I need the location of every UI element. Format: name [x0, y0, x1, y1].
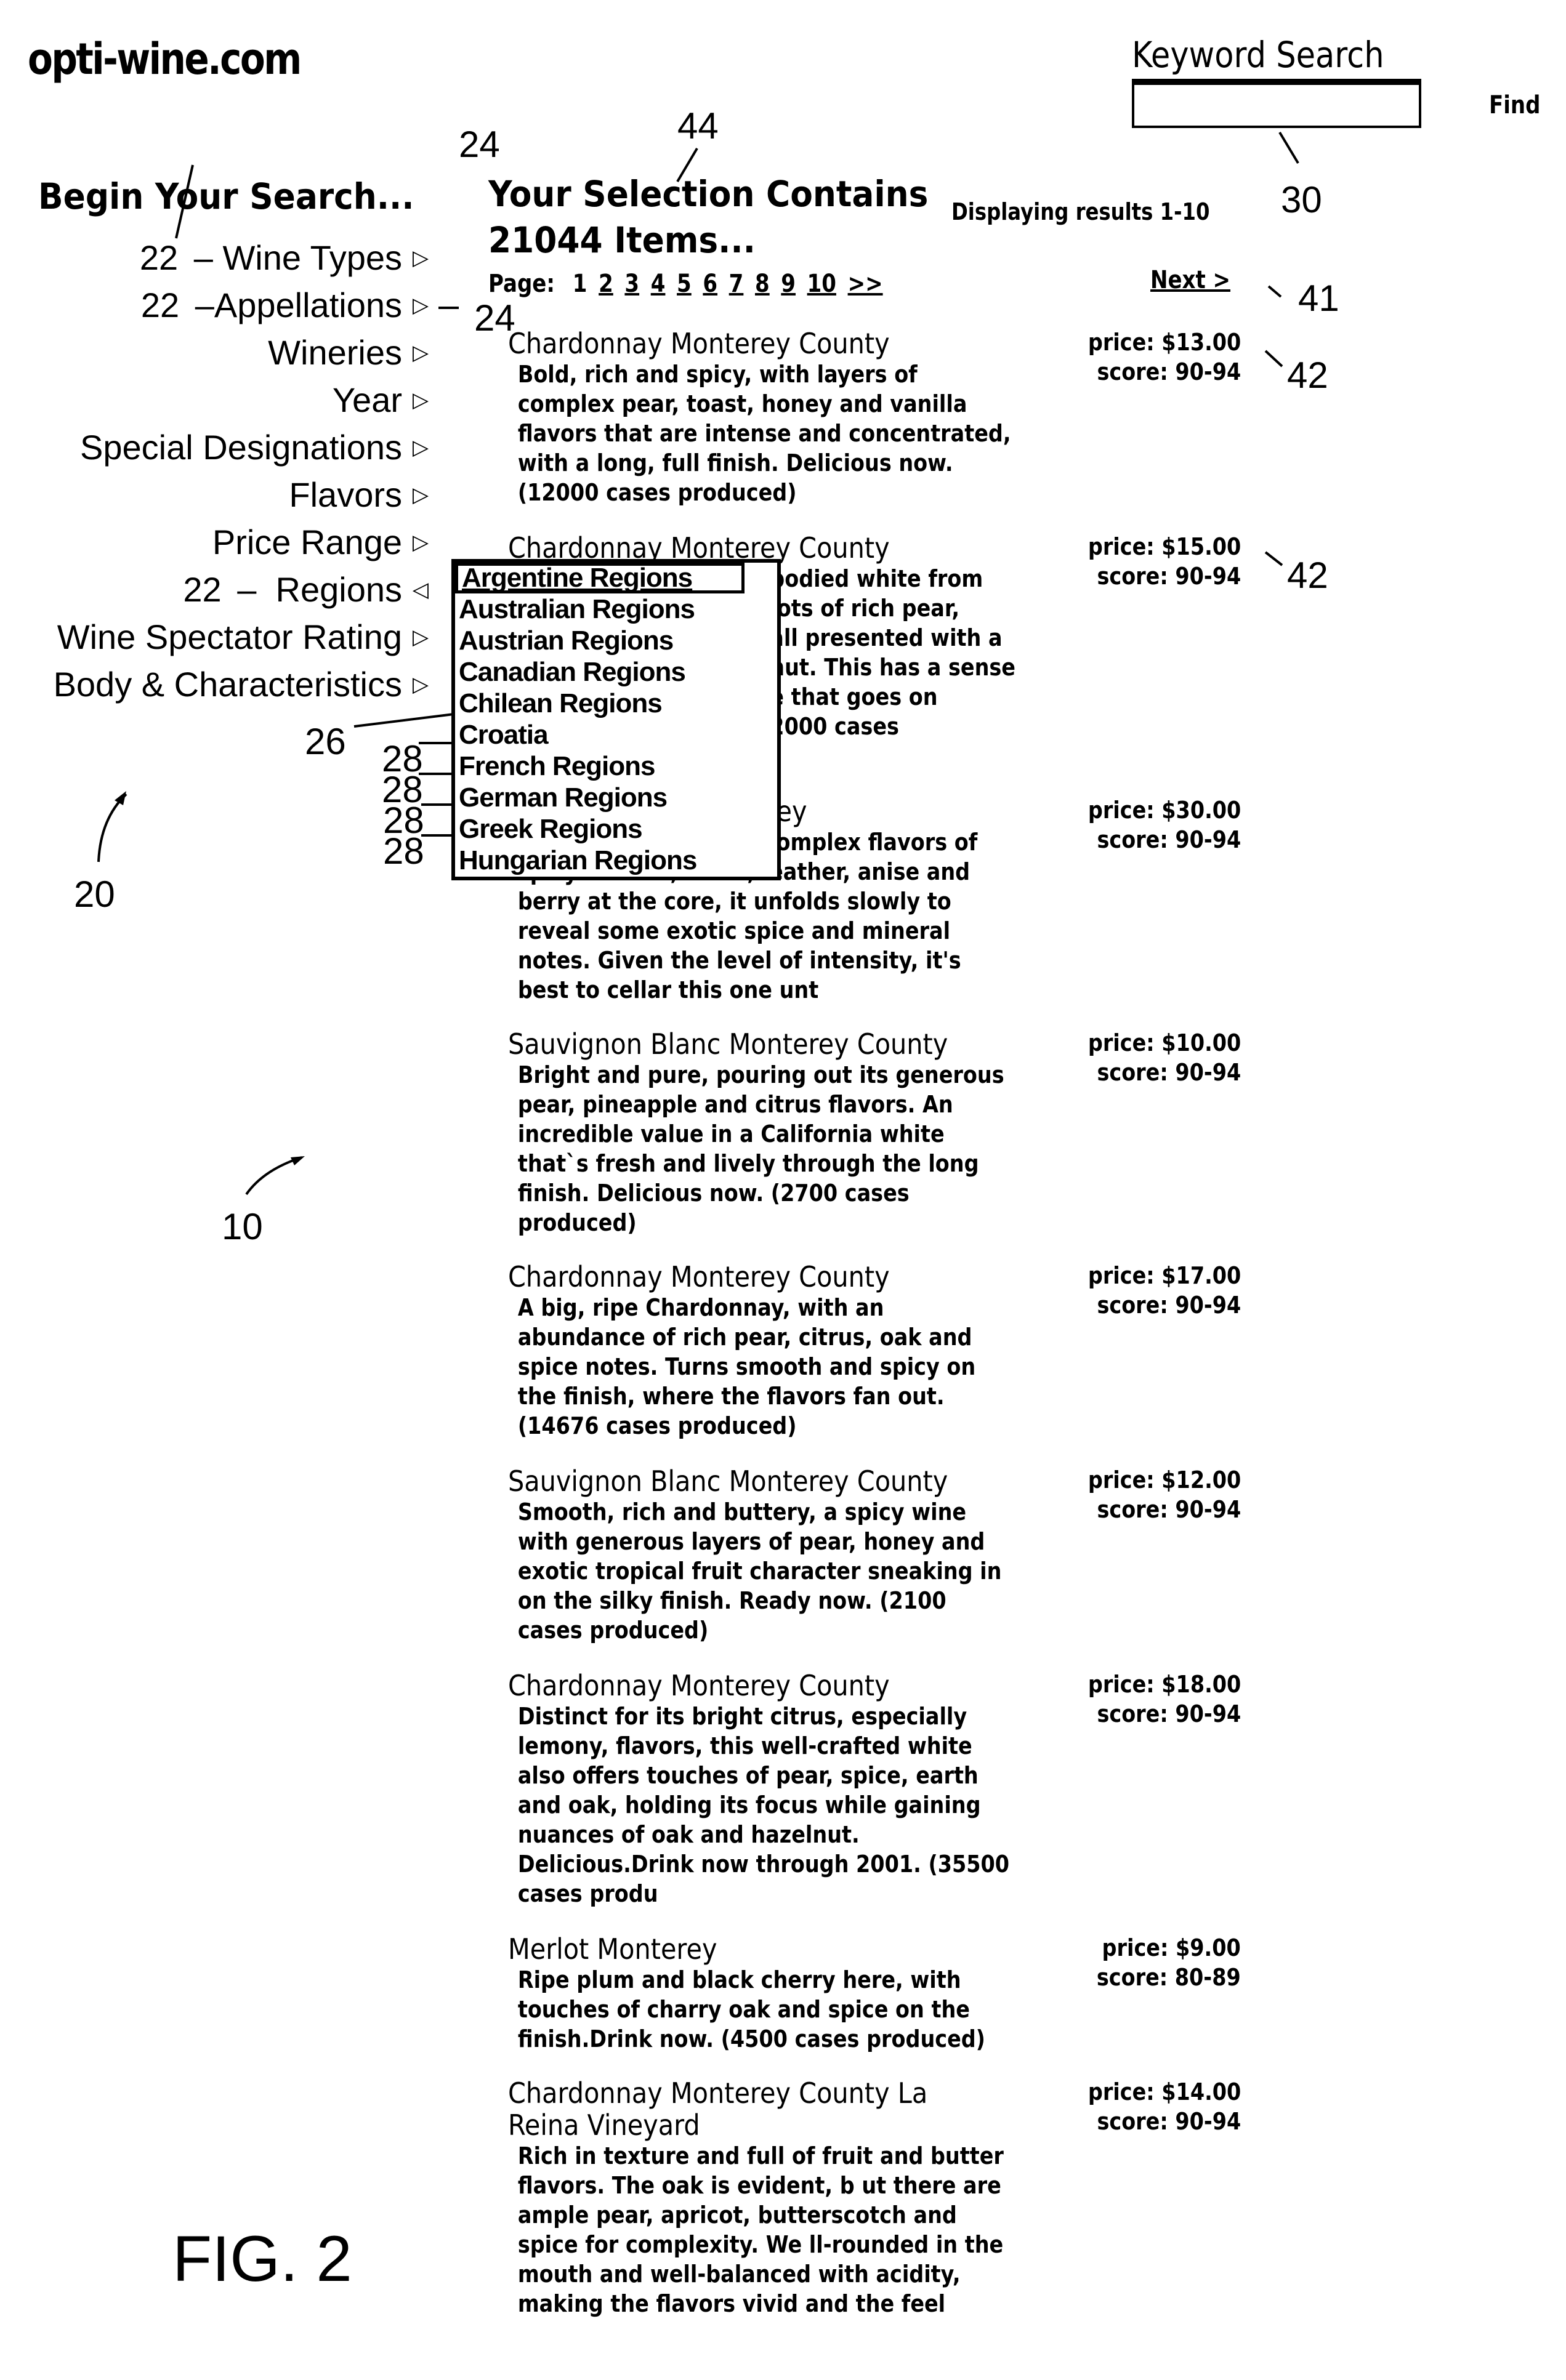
arrowhead-10: [291, 1156, 305, 1165]
leader-24: [175, 164, 194, 239]
leader-26: [353, 713, 454, 728]
leader-42a: [1264, 350, 1283, 368]
leader-42b: [1264, 551, 1283, 566]
callout-leader-lines: [97, 131, 1299, 1196]
leader-41: [1267, 285, 1282, 298]
leader-30: [1278, 131, 1299, 164]
arrowhead-20: [115, 791, 126, 805]
leader-44: [676, 147, 698, 183]
figure-label: FIG. 2: [172, 2223, 352, 2295]
